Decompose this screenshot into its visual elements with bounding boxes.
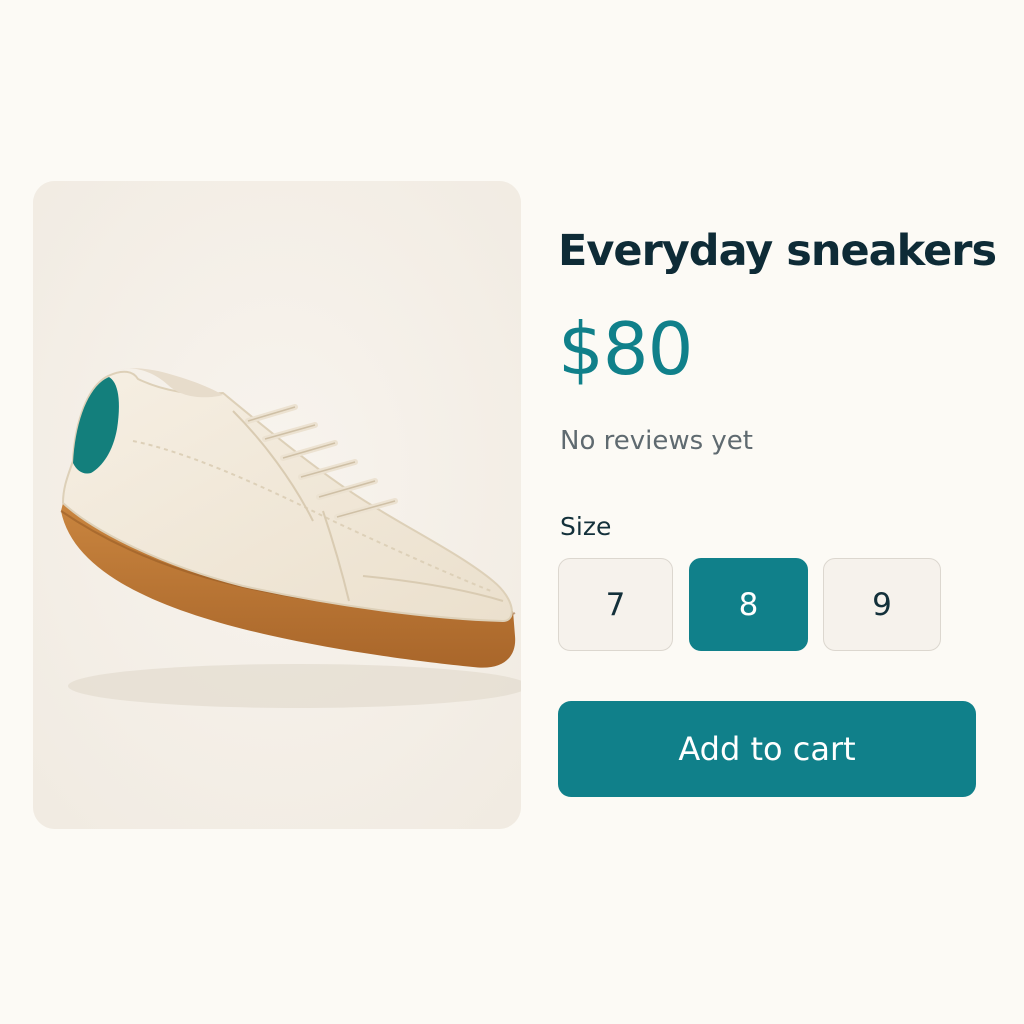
size-selector: 7 8 9 <box>558 558 978 651</box>
product-title: Everyday sneakers <box>558 226 997 276</box>
sneaker-illustration <box>33 181 521 829</box>
product-page: Everyday sneakers $80 No reviews yet Siz… <box>0 0 1024 1024</box>
product-price: $80 <box>558 307 693 391</box>
size-option-8[interactable]: 8 <box>689 558 808 651</box>
add-to-cart-button[interactable]: Add to cart <box>558 701 976 797</box>
reviews-text: No reviews yet <box>560 426 753 456</box>
product-image <box>33 181 521 829</box>
size-option-7[interactable]: 7 <box>558 558 673 651</box>
size-option-9[interactable]: 9 <box>823 558 941 651</box>
size-label: Size <box>560 512 612 541</box>
